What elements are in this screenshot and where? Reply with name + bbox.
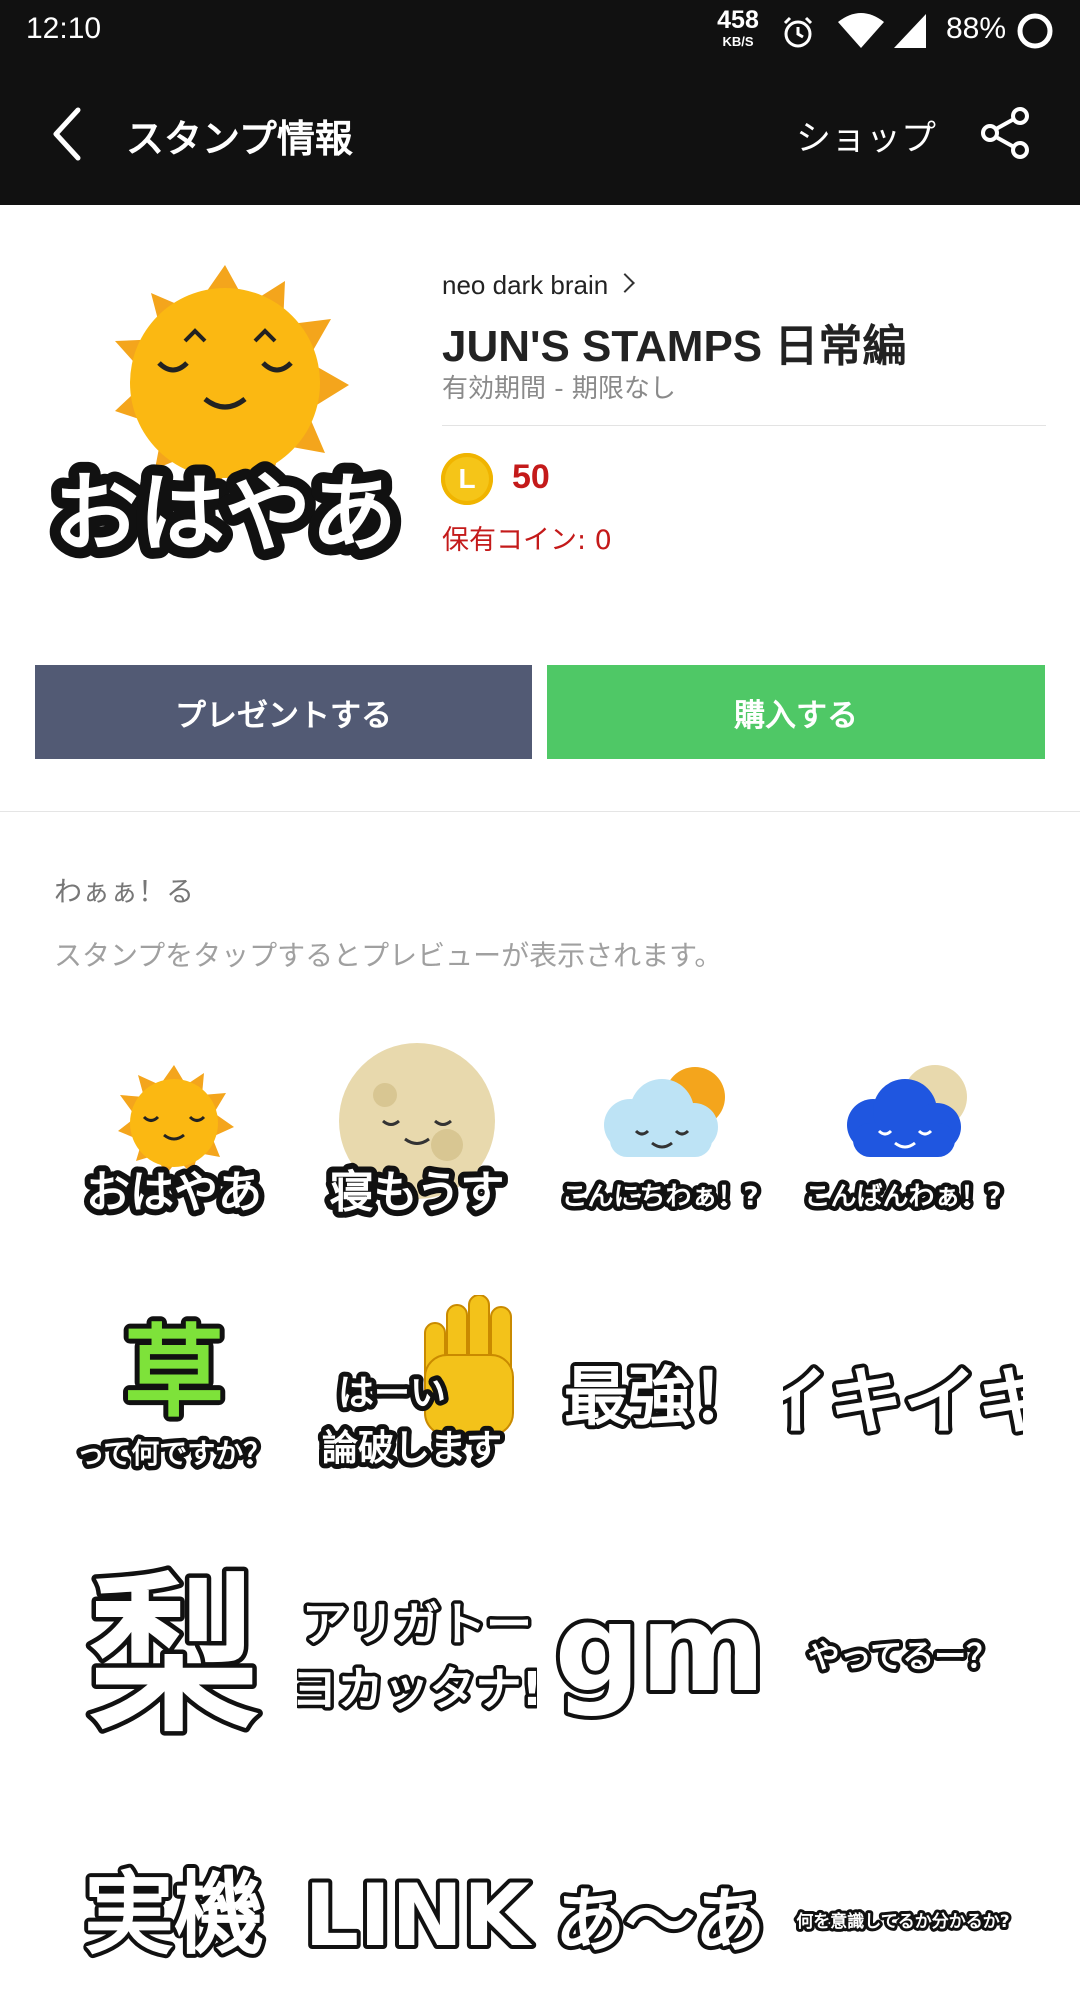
price: 50 xyxy=(512,458,550,496)
share-icon[interactable] xyxy=(978,106,1032,160)
author-name: neo dark brain xyxy=(442,270,609,300)
description-tagline: わぁぁ！る xyxy=(54,875,195,908)
sun-icon: おはやあ xyxy=(80,1065,268,1224)
sticker[interactable]: あ〜あ xyxy=(540,1815,780,2015)
svg-text:LINK: LINK xyxy=(304,1866,533,1966)
buy-button[interactable]: 購入する xyxy=(547,665,1045,759)
svg-text:はーい: はーい xyxy=(338,1373,446,1414)
app-bar: スタンプ情報 ショップ xyxy=(0,62,1080,205)
text-sticker-icon: 何を意識してるか分かるか? xyxy=(793,1908,1012,1935)
chevron-right-icon xyxy=(615,273,636,293)
sticker[interactable]: おはやあ xyxy=(54,1035,294,1235)
svg-text:gm: gm xyxy=(555,1580,766,1719)
svg-text:寝もうす: 寝もうす xyxy=(330,1167,505,1218)
author-link[interactable]: neo dark brain xyxy=(442,270,636,301)
raised-hand-icon: はーい 論破します xyxy=(317,1295,514,1474)
text-sticker-icon: 梨 xyxy=(84,1555,263,1755)
cloud-moon-icon: こんばんわぁ！? xyxy=(800,1065,1006,1217)
text-sticker-icon: イキイキ xyxy=(783,1355,1023,1449)
text-sticker-icon: やってるー？ xyxy=(804,1633,1002,1679)
network-speed: 458 KB/S xyxy=(716,6,760,49)
stamp-thumbnail: おはやあ xyxy=(40,258,410,578)
svg-text:こんばんわぁ！?: こんばんわぁ！? xyxy=(804,1182,1001,1212)
text-sticker-icon: 最強！ xyxy=(560,1357,760,1439)
sticker[interactable]: 実機 xyxy=(54,1815,294,2015)
text-sticker-icon: LINK xyxy=(300,1862,537,1970)
sticker[interactable]: 寝もうす xyxy=(297,1035,537,1235)
text-sticker-icon: アリガトー ヨカッタナ! xyxy=(297,1594,537,1720)
grass-text-icon: 草 って何ですか？ xyxy=(72,1309,276,1475)
divider xyxy=(0,811,1080,812)
owned-coins: 保有コイン: 0 xyxy=(442,525,612,556)
sticker[interactable]: 草 って何ですか？ xyxy=(54,1295,294,1495)
sticker[interactable]: 何を意識してるか分かるか? xyxy=(783,1815,1023,2015)
svg-text:何を意識してるか分かるか?: 何を意識してるか分かるか? xyxy=(796,1911,1009,1932)
svg-text:こんにちわぁ！?: こんにちわぁ！? xyxy=(561,1182,758,1212)
sticker[interactable]: 梨 xyxy=(54,1555,294,1755)
text-sticker-icon: 実機 xyxy=(80,1858,268,1971)
sticker[interactable]: LINK xyxy=(297,1815,537,2015)
present-button[interactable]: プレゼントする xyxy=(35,665,532,759)
sticker[interactable]: こんばんわぁ！? xyxy=(783,1035,1023,1235)
shop-link[interactable]: ショップ xyxy=(796,110,936,161)
cloud-sun-icon: こんにちわぁ！? xyxy=(557,1067,763,1217)
svg-text:論破します: 論破します xyxy=(322,1428,502,1469)
sticker[interactable]: 最強！ xyxy=(540,1295,780,1495)
validity-period: 有効期間 - 期限なし xyxy=(442,374,676,404)
sticker[interactable]: はーい 論破します xyxy=(297,1295,537,1495)
sticker[interactable]: アリガトー ヨカッタナ! xyxy=(297,1555,537,1755)
alarm-icon xyxy=(783,16,813,48)
sticker[interactable]: イキイキ xyxy=(783,1295,1023,1495)
svg-text:梨: 梨 xyxy=(89,1558,259,1755)
svg-text:ヨカッタナ!: ヨカッタナ! xyxy=(297,1662,537,1716)
sticker[interactable]: こんにちわぁ！? xyxy=(540,1035,780,1235)
battery-icon xyxy=(1017,13,1053,49)
preview-hint: スタンプをタップするとプレビューが表示されます。 xyxy=(54,939,723,972)
text-sticker-icon: あ〜あ xyxy=(551,1876,769,1966)
svg-text:実機: 実機 xyxy=(84,1862,264,1967)
back-arrow-icon[interactable] xyxy=(46,104,90,164)
network-speed-value: 458 xyxy=(717,6,759,34)
sticker[interactable]: やってるー？ xyxy=(783,1555,1023,1755)
battery-percent: 88% xyxy=(946,12,1007,45)
svg-text:やってるー？: やってるー？ xyxy=(808,1637,998,1675)
svg-text:あ〜あ: あ〜あ xyxy=(555,1880,765,1962)
status-time: 12:10 xyxy=(26,12,102,45)
sticker[interactable]: gm xyxy=(540,1555,780,1755)
svg-text:最強！: 最強！ xyxy=(564,1361,756,1435)
svg-text:って何ですか？: って何ですか？ xyxy=(77,1437,272,1470)
cell-signal-icon xyxy=(894,14,926,48)
moon-icon: 寝もうす xyxy=(324,1043,510,1224)
svg-text:イキイキ: イキイキ xyxy=(783,1359,1023,1445)
text-sticker-icon: gm xyxy=(551,1576,770,1723)
network-speed-unit: KB/S xyxy=(722,34,754,49)
coin-icon: L xyxy=(441,453,493,505)
product-name: JUN'S STAMPS 日常編 xyxy=(442,322,907,371)
wifi-icon xyxy=(838,13,884,48)
status-bar: 12:10 458 KB/S 88% xyxy=(0,0,1080,62)
svg-text:おはやあ: おはやあ xyxy=(86,1167,262,1218)
divider xyxy=(442,425,1046,426)
page-title: スタンプ情報 xyxy=(126,117,353,161)
thumbnail-text: おはやあ xyxy=(53,464,397,564)
svg-text:アリガトー: アリガトー xyxy=(302,1597,532,1651)
svg-text:草: 草 xyxy=(124,1314,224,1431)
